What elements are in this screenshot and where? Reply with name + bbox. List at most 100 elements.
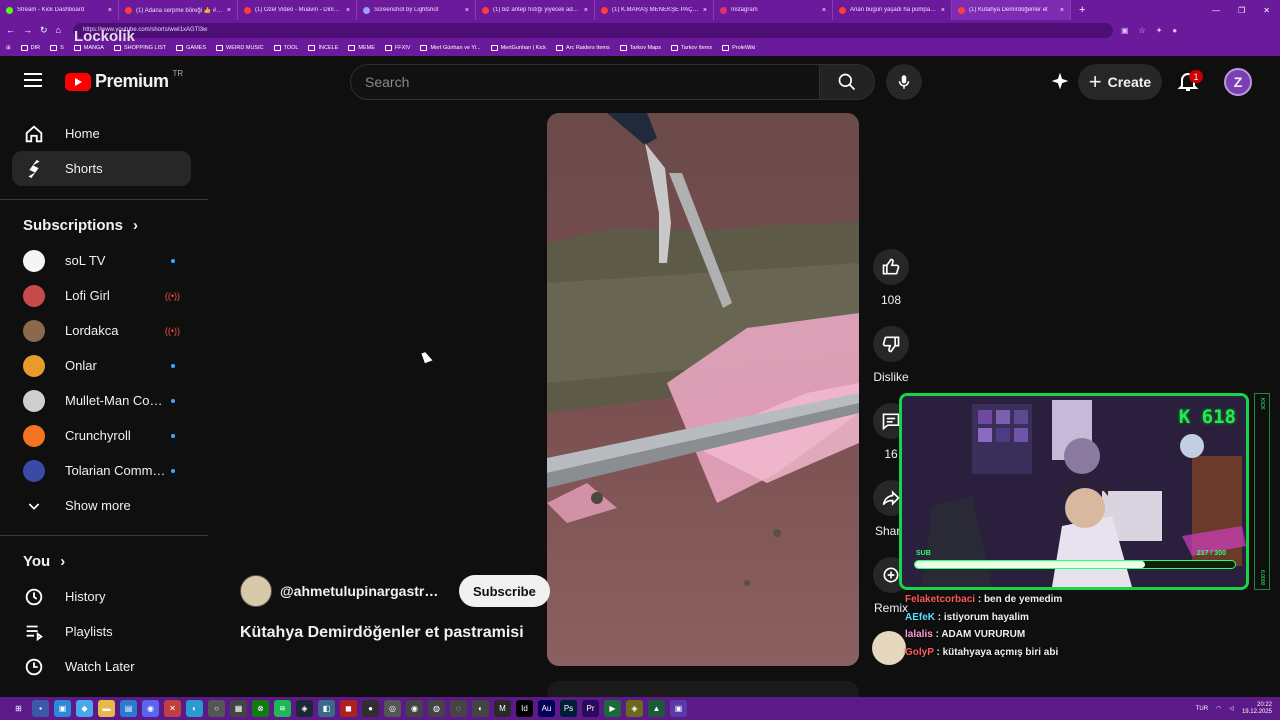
wifi-icon[interactable]: ◠: [1216, 705, 1221, 712]
subscription-item[interactable]: Mullet-Man Comics: [12, 383, 191, 418]
puzzle-icon[interactable]: ✦: [1156, 26, 1163, 35]
obs-icon[interactable]: ●: [362, 700, 379, 717]
bookmark-item[interactable]: Tarkov Items: [670, 45, 712, 51]
url-field[interactable]: https://www.youtube.com/shorts/wwI1xAGTl…: [72, 22, 1113, 38]
tab-close-icon[interactable]: ×: [108, 7, 112, 14]
edge-icon[interactable]: ◐: [186, 700, 203, 717]
voice-search-button[interactable]: [886, 64, 922, 100]
spotify-icon[interactable]: ≋: [274, 700, 291, 717]
premiere-icon[interactable]: Pr: [582, 700, 599, 717]
subscription-item[interactable]: soL TV: [12, 243, 191, 278]
channel-avatar[interactable]: [240, 575, 272, 607]
bookmark-item[interactable]: GAMES: [176, 45, 206, 51]
volume-icon[interactable]: ◁: [1229, 705, 1234, 712]
create-button[interactable]: + Create: [1078, 64, 1162, 100]
subscription-item[interactable]: Lofi Girl ((•)): [12, 278, 191, 313]
bookmark-item[interactable]: ProleWiki: [722, 45, 755, 51]
star-icon[interactable]: ☆: [1139, 26, 1146, 35]
ai-sparkle-button[interactable]: [1048, 69, 1072, 93]
photoshop-icon[interactable]: Ps: [560, 700, 577, 717]
show-more-button[interactable]: Show more: [12, 488, 191, 523]
taskbar-app-icon[interactable]: ▣: [54, 700, 71, 717]
menu-icon[interactable]: [24, 73, 42, 87]
back-icon[interactable]: ←: [6, 25, 15, 35]
taskbar-app-icon[interactable]: Id: [516, 700, 533, 717]
browser-tab[interactable]: (1) Özel Video - Muavin - Dinlenme ×: [238, 0, 357, 20]
subscription-item[interactable]: Lordakca ((•)): [12, 313, 191, 348]
close-icon[interactable]: ✕: [1263, 6, 1270, 15]
subscription-item[interactable]: Tolarian Community: [12, 453, 191, 488]
taskbar-app-icon[interactable]: ▪: [32, 700, 49, 717]
subscriptions-heading[interactable]: Subscriptions ›: [23, 217, 138, 234]
bookmark-item[interactable]: Arc Raiders Items: [556, 45, 610, 51]
browser-tab[interactable]: Anan bugün yaşadı ha pompa vur ×: [833, 0, 952, 20]
forward-icon[interactable]: →: [23, 25, 32, 35]
taskbar-app-icon[interactable]: ✕: [164, 700, 181, 717]
bookmark-item[interactable]: FFXIV: [384, 45, 410, 51]
bookmark-item[interactable]: S: [50, 45, 64, 51]
taskbar-app-icon[interactable]: ▦: [230, 700, 247, 717]
extension-icon[interactable]: ▣: [1121, 26, 1129, 35]
taskbar-app-icon[interactable]: ◈: [626, 700, 643, 717]
browser-tab[interactable]: Stream - Kick Dashboard ×: [0, 0, 119, 20]
taskbar-app-icon[interactable]: ▶: [604, 700, 621, 717]
search-button[interactable]: [819, 64, 875, 100]
browser-tab[interactable]: (1) biz antep fıstığı yiyecek adam ×: [476, 0, 595, 20]
bookmark-item[interactable]: İNCELE: [308, 45, 338, 51]
tab-close-icon[interactable]: ×: [227, 7, 231, 14]
subscribe-button[interactable]: Subscribe: [459, 575, 550, 607]
taskbar-app-icon[interactable]: M: [494, 700, 511, 717]
tab-close-icon[interactable]: ×: [346, 7, 350, 14]
browser-tab[interactable]: (1) Kütahya Demirdöğenler et ×: [952, 0, 1071, 20]
taskbar-app-icon[interactable]: ◐: [472, 700, 489, 717]
bookmark-item[interactable]: DIR: [20, 45, 40, 51]
taskbar-app-icon[interactable]: ▣: [670, 700, 687, 717]
account-avatar[interactable]: Z: [1224, 68, 1252, 96]
language-indicator[interactable]: TUR: [1196, 706, 1208, 712]
minimize-icon[interactable]: —: [1212, 6, 1220, 15]
browser-tab[interactable]: (1) K.MARAŞ MENEKŞE PAÇA ÇORBA ×: [595, 0, 714, 20]
search-input[interactable]: [365, 74, 819, 90]
home-browser-icon[interactable]: ⌂: [56, 25, 61, 35]
tab-close-icon[interactable]: ×: [584, 7, 588, 14]
tab-close-icon[interactable]: ×: [703, 7, 707, 14]
browser-tab[interactable]: Instagram ×: [714, 0, 833, 20]
reload-icon[interactable]: ↻: [40, 25, 48, 36]
bookmark-item[interactable]: Tarkov Maps: [619, 45, 661, 51]
sidebar-item-history[interactable]: History: [12, 579, 191, 614]
taskbar-app-icon[interactable]: ▤: [120, 700, 137, 717]
channel-name[interactable]: @ahmetulupinargastronomi: [280, 583, 445, 599]
bookmark-item[interactable]: MANGA: [73, 45, 104, 51]
short-video-player[interactable]: [547, 113, 859, 666]
steam-icon[interactable]: ◈: [296, 700, 313, 717]
sidebar-item-watch-later[interactable]: Watch Later: [12, 649, 191, 684]
taskbar-app-icon[interactable]: ○: [208, 700, 225, 717]
sidebar-item-playlists[interactable]: Playlists: [12, 614, 191, 649]
short-title[interactable]: Kütahya Demirdöğenler et pastramisi: [240, 624, 535, 642]
profile-icon[interactable]: ●: [1172, 26, 1177, 35]
new-tab-button[interactable]: +: [1079, 4, 1085, 16]
search-box[interactable]: [350, 64, 820, 100]
tab-close-icon[interactable]: ×: [941, 7, 945, 14]
taskbar-app-icon[interactable]: ◌: [450, 700, 467, 717]
taskbar-app-icon[interactable]: ◉: [142, 700, 159, 717]
subscription-item[interactable]: Onlar: [12, 348, 191, 383]
youtube-premium-logo[interactable]: Premium TR: [65, 69, 183, 92]
bookmark-item[interactable]: MertGunhan | Kick: [490, 45, 546, 51]
taskbar-app-icon[interactable]: ◍: [428, 700, 445, 717]
you-heading[interactable]: You ›: [23, 553, 65, 570]
bookmark-item[interactable]: Mert Günhan ve Yi...: [420, 45, 481, 51]
tab-close-icon[interactable]: ×: [822, 7, 826, 14]
taskbar-app-icon[interactable]: ▲: [648, 700, 665, 717]
taskbar-app-icon[interactable]: ◉: [406, 700, 423, 717]
sidebar-item-home[interactable]: Home: [12, 116, 191, 151]
windows-start-icon[interactable]: ⊞: [10, 700, 27, 717]
folder-icon[interactable]: ▬: [98, 700, 115, 717]
subscription-item[interactable]: Crunchyroll: [12, 418, 191, 453]
browser-tab[interactable]: Screenshot by Lightshot ×: [357, 0, 476, 20]
taskbar-app-icon[interactable]: ◼: [340, 700, 357, 717]
taskbar-app-icon[interactable]: ◧: [318, 700, 335, 717]
taskbar-app-icon[interactable]: ◆: [76, 700, 93, 717]
bookmark-item[interactable]: WEIRD MUSIC: [216, 45, 264, 51]
tab-close-icon[interactable]: ×: [465, 7, 469, 14]
